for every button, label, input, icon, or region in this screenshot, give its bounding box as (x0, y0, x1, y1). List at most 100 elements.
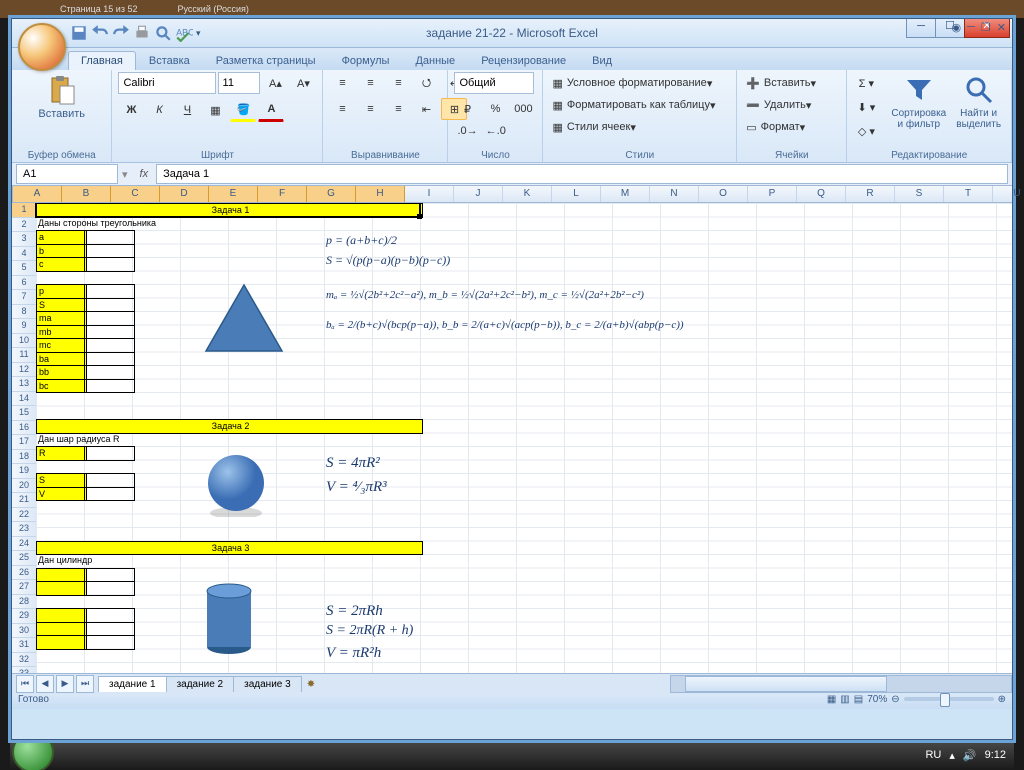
align-bot-icon[interactable]: ≡ (385, 72, 411, 94)
row-header-17[interactable]: 17 (12, 435, 36, 450)
indent-dec-icon[interactable]: ⇤ (413, 98, 439, 120)
cell-B13[interactable] (84, 365, 135, 380)
conditional-format-button[interactable]: ▦ Условное форматирование ▾ (549, 72, 725, 94)
cell-A10[interactable]: mb (36, 325, 87, 340)
cell-B5[interactable] (84, 257, 135, 272)
row-header-28[interactable]: 28 (12, 595, 36, 610)
cell-A3[interactable]: a (36, 230, 87, 245)
zoom-value[interactable]: 70% (867, 694, 887, 705)
cylinder-shape[interactable] (204, 583, 254, 655)
cell-task2-header[interactable]: Задача 2 (36, 419, 423, 434)
tab-data[interactable]: Данные (402, 51, 468, 70)
cell-A29[interactable] (36, 581, 87, 596)
zoom-out-icon[interactable]: ⊖ (891, 694, 899, 705)
autosum-icon[interactable]: Σ ▾ (853, 72, 879, 94)
row-header-20[interactable]: 20 (12, 479, 36, 494)
sphere-shape[interactable] (204, 453, 268, 517)
row-header-8[interactable]: 8 (12, 305, 36, 320)
row-header-24[interactable]: 24 (12, 537, 36, 552)
col-header-S[interactable]: S (895, 186, 944, 202)
row-header-7[interactable]: 7 (12, 290, 36, 305)
col-header-P[interactable]: P (748, 186, 797, 202)
col-header-Q[interactable]: Q (797, 186, 846, 202)
sheet-nav-prev-icon[interactable]: ◀ (36, 675, 54, 693)
doc-minimize-icon[interactable]: ─ (967, 21, 975, 34)
cell-A21[interactable]: S (36, 473, 87, 488)
sheet-nav-first-icon[interactable]: ⏮ (16, 675, 34, 693)
format-cells-button[interactable]: ▭ Формат ▾ (743, 116, 837, 138)
row-header-19[interactable]: 19 (12, 464, 36, 479)
row-header-15[interactable]: 15 (12, 406, 36, 421)
cell-A12[interactable]: ba (36, 352, 87, 367)
cell-A19[interactable]: R (36, 446, 87, 461)
cell-A4[interactable]: b (36, 244, 87, 259)
italic-button[interactable]: К (146, 99, 172, 121)
row-header-12[interactable]: 12 (12, 363, 36, 378)
row-header-25[interactable]: 25 (12, 551, 36, 566)
row-header-30[interactable]: 30 (12, 624, 36, 639)
cell-A14[interactable]: bc (36, 379, 87, 394)
align-top-icon[interactable]: ≡ (329, 72, 355, 94)
cell-B9[interactable] (84, 311, 135, 326)
triangle-shape[interactable] (204, 283, 284, 353)
tab-formulas[interactable]: Формулы (329, 51, 403, 70)
sheet-tab-3[interactable]: задание 3 (233, 676, 302, 692)
cell-B11[interactable] (84, 338, 135, 353)
sheet-tab-1[interactable]: задание 1 (98, 676, 167, 692)
fill-color-button[interactable]: 🪣 (230, 98, 256, 122)
tab-review[interactable]: Рецензирование (468, 51, 579, 70)
insert-cells-button[interactable]: ➕ Вставить ▾ (743, 72, 837, 94)
namebox-dropdown-icon[interactable]: ▾ (118, 168, 132, 181)
currency-icon[interactable]: ₽ (454, 98, 480, 120)
dec-decimal-icon[interactable]: ←.0 (483, 120, 509, 142)
redo-icon[interactable] (112, 24, 130, 42)
qat-dropdown-icon[interactable]: ▾ (196, 28, 201, 39)
row-header-10[interactable]: 10 (12, 334, 36, 349)
row-header-22[interactable]: 22 (12, 508, 36, 523)
col-header-U[interactable]: U (993, 186, 1024, 202)
row-header-3[interactable]: 3 (12, 232, 36, 247)
row-header-32[interactable]: 32 (12, 653, 36, 668)
col-header-J[interactable]: J (454, 186, 503, 202)
cell-B7[interactable] (84, 284, 135, 299)
col-header-O[interactable]: O (699, 186, 748, 202)
font-name-combo[interactable]: Calibri (118, 72, 215, 94)
cell-B3[interactable] (84, 230, 135, 245)
inc-decimal-icon[interactable]: .0→ (454, 120, 480, 142)
col-header-G[interactable]: G (307, 186, 356, 202)
orientation-icon[interactable]: ⭯ (413, 72, 439, 94)
col-header-I[interactable]: I (405, 186, 454, 202)
col-header-H[interactable]: H (356, 186, 405, 202)
cell-B19[interactable] (84, 446, 135, 461)
font-color-button[interactable]: A (258, 98, 284, 122)
row-header-6[interactable]: 6 (12, 276, 36, 291)
cell-B32[interactable] (84, 622, 135, 637)
spellcheck-icon[interactable]: ABC (175, 24, 193, 42)
tray-flag-icon[interactable]: ▴ (949, 749, 955, 762)
cell-B4[interactable] (84, 244, 135, 259)
cell-task3-header[interactable]: Задача 3 (36, 541, 423, 556)
align-left-icon[interactable]: ≡ (329, 98, 355, 120)
view-normal-icon[interactable]: ▦ (827, 694, 836, 705)
col-header-K[interactable]: K (503, 186, 552, 202)
cell-A7[interactable]: p (36, 284, 87, 299)
row-header-27[interactable]: 27 (12, 580, 36, 595)
cell-A5[interactable]: c (36, 257, 87, 272)
row-header-5[interactable]: 5 (12, 261, 36, 276)
row-header-1[interactable]: 1 (12, 203, 36, 218)
row-header-14[interactable]: 14 (12, 392, 36, 407)
cell-cylinder-label[interactable]: Дан цилиндр (36, 554, 238, 567)
cell-A22[interactable]: V (36, 487, 87, 502)
align-right-icon[interactable]: ≡ (385, 98, 411, 120)
underline-button[interactable]: Ч (174, 99, 200, 121)
cell-A13[interactable]: bb (36, 365, 87, 380)
clear-icon[interactable]: ◇ ▾ (853, 120, 879, 142)
row-header-18[interactable]: 18 (12, 450, 36, 465)
cell-B31[interactable] (84, 608, 135, 623)
cell-styles-button[interactable]: ▦ Стили ячеек ▾ (549, 116, 725, 138)
comma-icon[interactable]: 000 (510, 98, 536, 120)
percent-icon[interactable]: % (482, 98, 508, 120)
row-header-16[interactable]: 16 (12, 421, 36, 436)
sheet-tab-2[interactable]: задание 2 (166, 676, 235, 692)
bold-button[interactable]: Ж (118, 99, 144, 121)
